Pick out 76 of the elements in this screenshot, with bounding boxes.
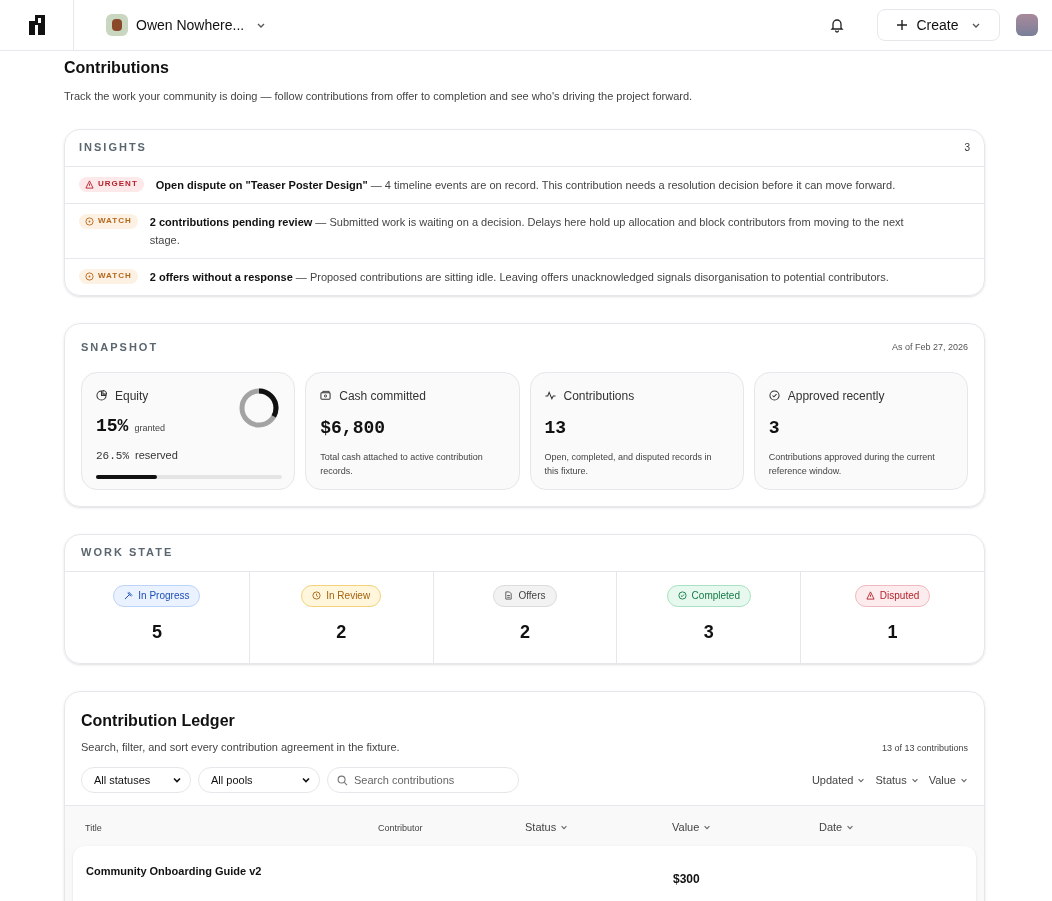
create-button[interactable]: Create — [877, 9, 1000, 41]
column-header[interactable]: Date — [819, 816, 855, 836]
chevron-down-icon — [857, 776, 866, 784]
warning-icon — [865, 591, 875, 600]
section-title: WORK STATE — [81, 545, 174, 561]
as-of-date: As of Feb 27, 2026 — [891, 340, 968, 354]
insight-badge: WATCH — [79, 268, 138, 284]
logo-icon[interactable] — [28, 15, 45, 35]
metric-value: 3 — [768, 416, 781, 440]
row-title: Community Onboarding Guide v2 — [86, 865, 262, 877]
sort-button[interactable]: Updated — [811, 771, 866, 789]
status-count: 2 — [520, 620, 530, 644]
search-icon — [337, 775, 348, 786]
chevron-down-icon — [560, 823, 569, 831]
page-description: Track the work your community is doing — follow contributions from offer to completion and see who's driving the project forward. — [64, 89, 694, 104]
status-pill: In Review — [301, 584, 382, 607]
metric-label: Approved recently — [787, 387, 885, 405]
chevron-down-icon — [846, 823, 855, 831]
status-pill: Offers — [493, 584, 557, 607]
column-header[interactable]: Value — [672, 816, 712, 836]
section-title: SNAPSHOT — [81, 340, 159, 356]
notification-bell-icon[interactable] — [829, 17, 845, 33]
insight-text: 2 offers without a response — Proposed contributions are sitting idle. Leaving offers unacknowledged signals disorganisation to potential contributors. — [149, 269, 890, 285]
chevron-down-icon — [910, 776, 919, 784]
insight-count: 3 — [964, 141, 970, 155]
activity-icon — [544, 390, 556, 401]
status-count: 3 — [703, 620, 714, 644]
chevron-down-icon — [172, 775, 182, 785]
contribution-count: 13 of 13 contributions — [881, 741, 968, 755]
column-header[interactable]: Status — [525, 816, 569, 836]
section-title: INSIGHTS — [79, 140, 147, 156]
status-pill: Disputed — [854, 584, 931, 607]
document-icon — [504, 591, 514, 600]
insight-text: Open dispute on "Teaser Poster Design" — 4 timeline events are on record. This contribution needs a resolution decision before it can move forward. — [155, 177, 897, 193]
metric-value: $6,800 — [320, 416, 387, 440]
check-circle-icon — [677, 591, 687, 600]
metric-label: Contributions — [563, 387, 635, 405]
metric-label: Equity — [115, 387, 149, 405]
insight-badge: WATCH — [79, 213, 138, 229]
check-circle-icon — [768, 390, 780, 401]
column-header: Contributor — [378, 823, 423, 833]
status-count: 2 — [336, 620, 347, 644]
hammer-icon — [124, 591, 134, 600]
search-field[interactable]: Search contributions — [327, 767, 519, 793]
metric-value: 13 — [544, 416, 568, 440]
status-pill: Completed — [666, 584, 751, 607]
insight-text: 2 contributions pending review — Submitted work is waiting on a decision. Delays here hold up allocation and block contributors from moving to the next stage. — [149, 214, 905, 248]
page-title: Contributions — [64, 58, 170, 78]
sort-button[interactable]: Status — [875, 771, 919, 789]
clock-icon — [312, 591, 322, 600]
metric-value: 15% — [96, 414, 129, 438]
wallet-icon — [320, 390, 332, 401]
metric-description: Open, completed, and disputed records in this fixture. — [544, 450, 713, 478]
status-pill: In Progress — [113, 584, 201, 607]
chevron-down-icon — [960, 776, 968, 784]
workspace-avatar-icon — [106, 14, 128, 36]
metric-note: reserved — [135, 447, 178, 463]
status-count: 5 — [151, 620, 162, 644]
workspace-switcher[interactable]: Owen Nowhere... — [106, 14, 267, 36]
sort-button[interactable]: Value — [928, 771, 968, 789]
user-avatar[interactable] — [1016, 14, 1038, 36]
metric-note: granted — [134, 421, 165, 435]
status-count: 1 — [887, 620, 898, 644]
metric-label: Cash committed — [339, 387, 426, 405]
ledger-description: Search, filter, and sort every contribution agreement in the fixture. — [81, 739, 400, 755]
chevron-down-icon — [703, 823, 712, 831]
row-value: $300 — [673, 872, 700, 886]
chevron-down-icon — [301, 775, 311, 785]
metric-description: Contributions approved during the current reference window. — [768, 450, 936, 478]
insight-badge: URGENT — [79, 176, 144, 192]
ledger-title: Contribution Ledger — [81, 710, 236, 731]
column-header: Title — [85, 823, 102, 833]
pie-chart-icon — [96, 390, 107, 401]
metric-description: Total cash attached to active contribution records. — [320, 450, 484, 478]
reserved-value: 26.5% — [96, 448, 129, 464]
plus-icon — [896, 19, 909, 31]
